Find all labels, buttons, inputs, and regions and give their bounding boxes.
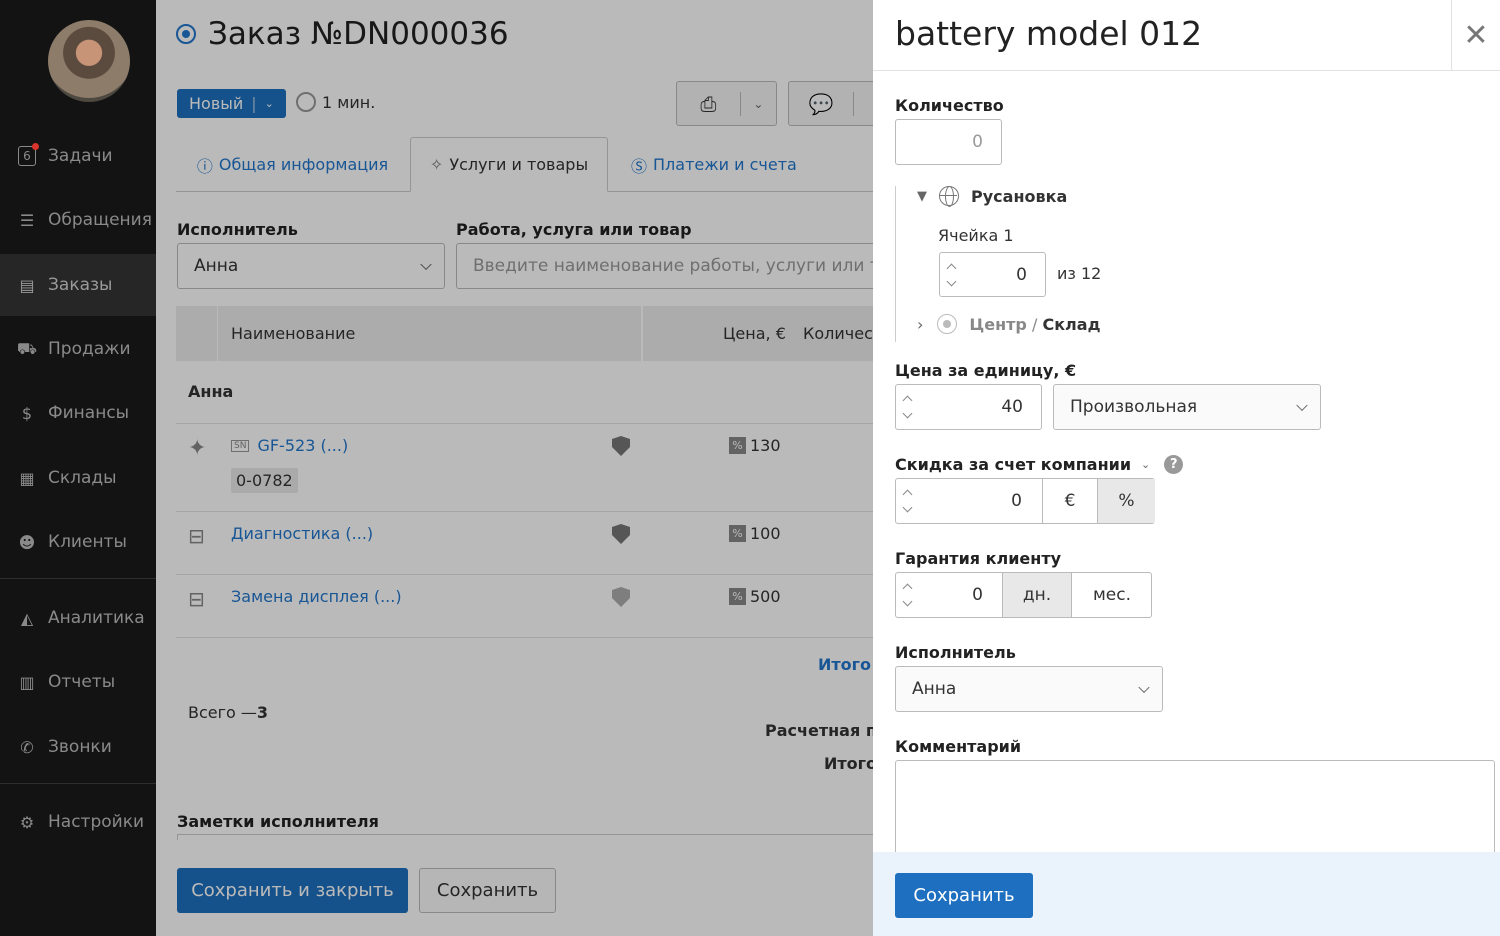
chevron-right-icon[interactable]: › bbox=[917, 315, 923, 334]
tree-line bbox=[895, 186, 896, 342]
quantity-field[interactable]: 0 bbox=[895, 119, 1002, 165]
sidebar-item-sales[interactable]: ⛟ Продажи bbox=[0, 321, 156, 377]
analytics-icon: ◭ bbox=[20, 608, 34, 628]
cell-quantity-stepper[interactable]: 0 bbox=[939, 252, 1046, 297]
warranty-unit-months[interactable]: мес. bbox=[1071, 573, 1152, 617]
product-panel: battery model 012 ✕ Количество 0 ▼ Русан… bbox=[873, 0, 1500, 936]
comment-label: Комментарий bbox=[895, 737, 1022, 756]
chevron-down-icon[interactable]: ▼ bbox=[917, 189, 927, 204]
quantity-label: Количество bbox=[895, 96, 1004, 115]
cell-label: Ячейка 1 bbox=[938, 226, 1014, 245]
sidebar: 6 Задачи ☰ Обращения ▤ Заказы ⛟ Продажи … bbox=[0, 0, 156, 936]
sidebar-item-label: Клиенты bbox=[48, 532, 127, 552]
price-type-select[interactable]: Произвольная bbox=[1053, 384, 1321, 430]
sidebar-item-finance[interactable]: $ Финансы bbox=[0, 385, 156, 441]
executor-label: Исполнитель bbox=[895, 643, 1016, 662]
sidebar-item-tasks[interactable]: 6 Задачи bbox=[0, 128, 156, 184]
sidebar-item-reports[interactable]: ▥ Отчеты bbox=[0, 654, 156, 710]
sidebar-item-label: Финансы bbox=[48, 403, 130, 423]
divider bbox=[0, 578, 156, 579]
executor-select[interactable]: Анна bbox=[895, 666, 1163, 712]
warranty-label: Гарантия клиенту bbox=[895, 549, 1062, 568]
sidebar-item-label: Продажи bbox=[48, 339, 131, 359]
sidebar-item-label: Задачи bbox=[48, 146, 113, 166]
tasks-icon: 6 bbox=[16, 143, 39, 167]
sidebar-item-calls[interactable]: ✆ Звонки bbox=[0, 719, 156, 775]
discount-label[interactable]: Скидка за счет компании ⌄ ? bbox=[895, 455, 1184, 474]
reports-icon: ▥ bbox=[19, 672, 35, 692]
radio-icon[interactable] bbox=[937, 314, 958, 334]
panel-title: battery model 012 bbox=[895, 14, 1203, 53]
divider bbox=[0, 783, 156, 784]
sidebar-item-settings[interactable]: ⚙ Настройки bbox=[0, 794, 156, 850]
help-icon[interactable]: ? bbox=[1164, 455, 1184, 474]
chevron-down-icon bbox=[1138, 681, 1150, 694]
stepper-arrows-icon[interactable] bbox=[902, 489, 913, 513]
warehouse-node[interactable]: › Центр / Склад bbox=[917, 314, 1101, 334]
discount-unit-percent[interactable]: % bbox=[1097, 479, 1155, 523]
chevron-down-icon bbox=[1296, 399, 1308, 412]
location-node[interactable]: ▼ Русановка bbox=[917, 186, 1067, 207]
sidebar-item-label: Настройки bbox=[48, 812, 145, 832]
dollar-icon: $ bbox=[21, 403, 33, 423]
sidebar-item-label: Отчеты bbox=[48, 672, 116, 692]
inquiries-icon: ☰ bbox=[19, 210, 35, 230]
warranty-stepper[interactable]: 0 дн. мес. bbox=[895, 572, 1152, 618]
sidebar-item-analytics[interactable]: ◭ Аналитика bbox=[0, 590, 156, 646]
cart-icon: ⛟ bbox=[16, 338, 38, 358]
sidebar-item-orders[interactable]: ▤ Заказы bbox=[0, 254, 156, 316]
panel-save-button[interactable]: Сохранить bbox=[895, 873, 1033, 918]
sidebar-item-inquiries[interactable]: ☰ Обращения bbox=[0, 192, 156, 248]
close-icon[interactable]: ✕ bbox=[1451, 0, 1500, 70]
sidebar-item-clients[interactable]: ☻ Клиенты bbox=[0, 514, 156, 570]
cell-capacity: из 12 bbox=[1057, 264, 1102, 283]
orders-icon: ▤ bbox=[19, 275, 35, 295]
stepper-arrows-icon[interactable] bbox=[946, 263, 957, 286]
warehouse-icon: ▦ bbox=[19, 468, 35, 488]
avatar[interactable] bbox=[48, 20, 130, 102]
price-stepper[interactable]: 40 bbox=[895, 384, 1042, 430]
sidebar-item-label: Заказы bbox=[48, 275, 113, 295]
comment-textarea[interactable] bbox=[895, 760, 1495, 860]
price-label: Цена за единицу, € bbox=[895, 361, 1077, 380]
clients-icon: ☻ bbox=[18, 532, 36, 552]
chevron-down-icon[interactable]: ⌄ bbox=[1141, 458, 1150, 471]
sidebar-item-warehouses[interactable]: ▦ Склады bbox=[0, 450, 156, 506]
sidebar-item-label: Обращения bbox=[48, 210, 152, 230]
gear-icon: ⚙ bbox=[19, 812, 35, 832]
stepper-arrows-icon[interactable] bbox=[902, 583, 913, 607]
sidebar-item-label: Склады bbox=[48, 468, 117, 488]
modal-overlay[interactable] bbox=[156, 0, 873, 936]
globe-icon bbox=[939, 186, 959, 207]
sidebar-item-label: Звонки bbox=[48, 737, 112, 757]
phone-icon: ✆ bbox=[20, 737, 34, 757]
discount-unit-currency[interactable]: € bbox=[1042, 479, 1097, 523]
warranty-unit-days[interactable]: дн. bbox=[1002, 573, 1071, 617]
discount-stepper[interactable]: 0 € % bbox=[895, 478, 1155, 524]
sidebar-item-label: Аналитика bbox=[48, 608, 145, 628]
stepper-arrows-icon[interactable] bbox=[902, 395, 913, 419]
divider bbox=[873, 70, 1500, 71]
